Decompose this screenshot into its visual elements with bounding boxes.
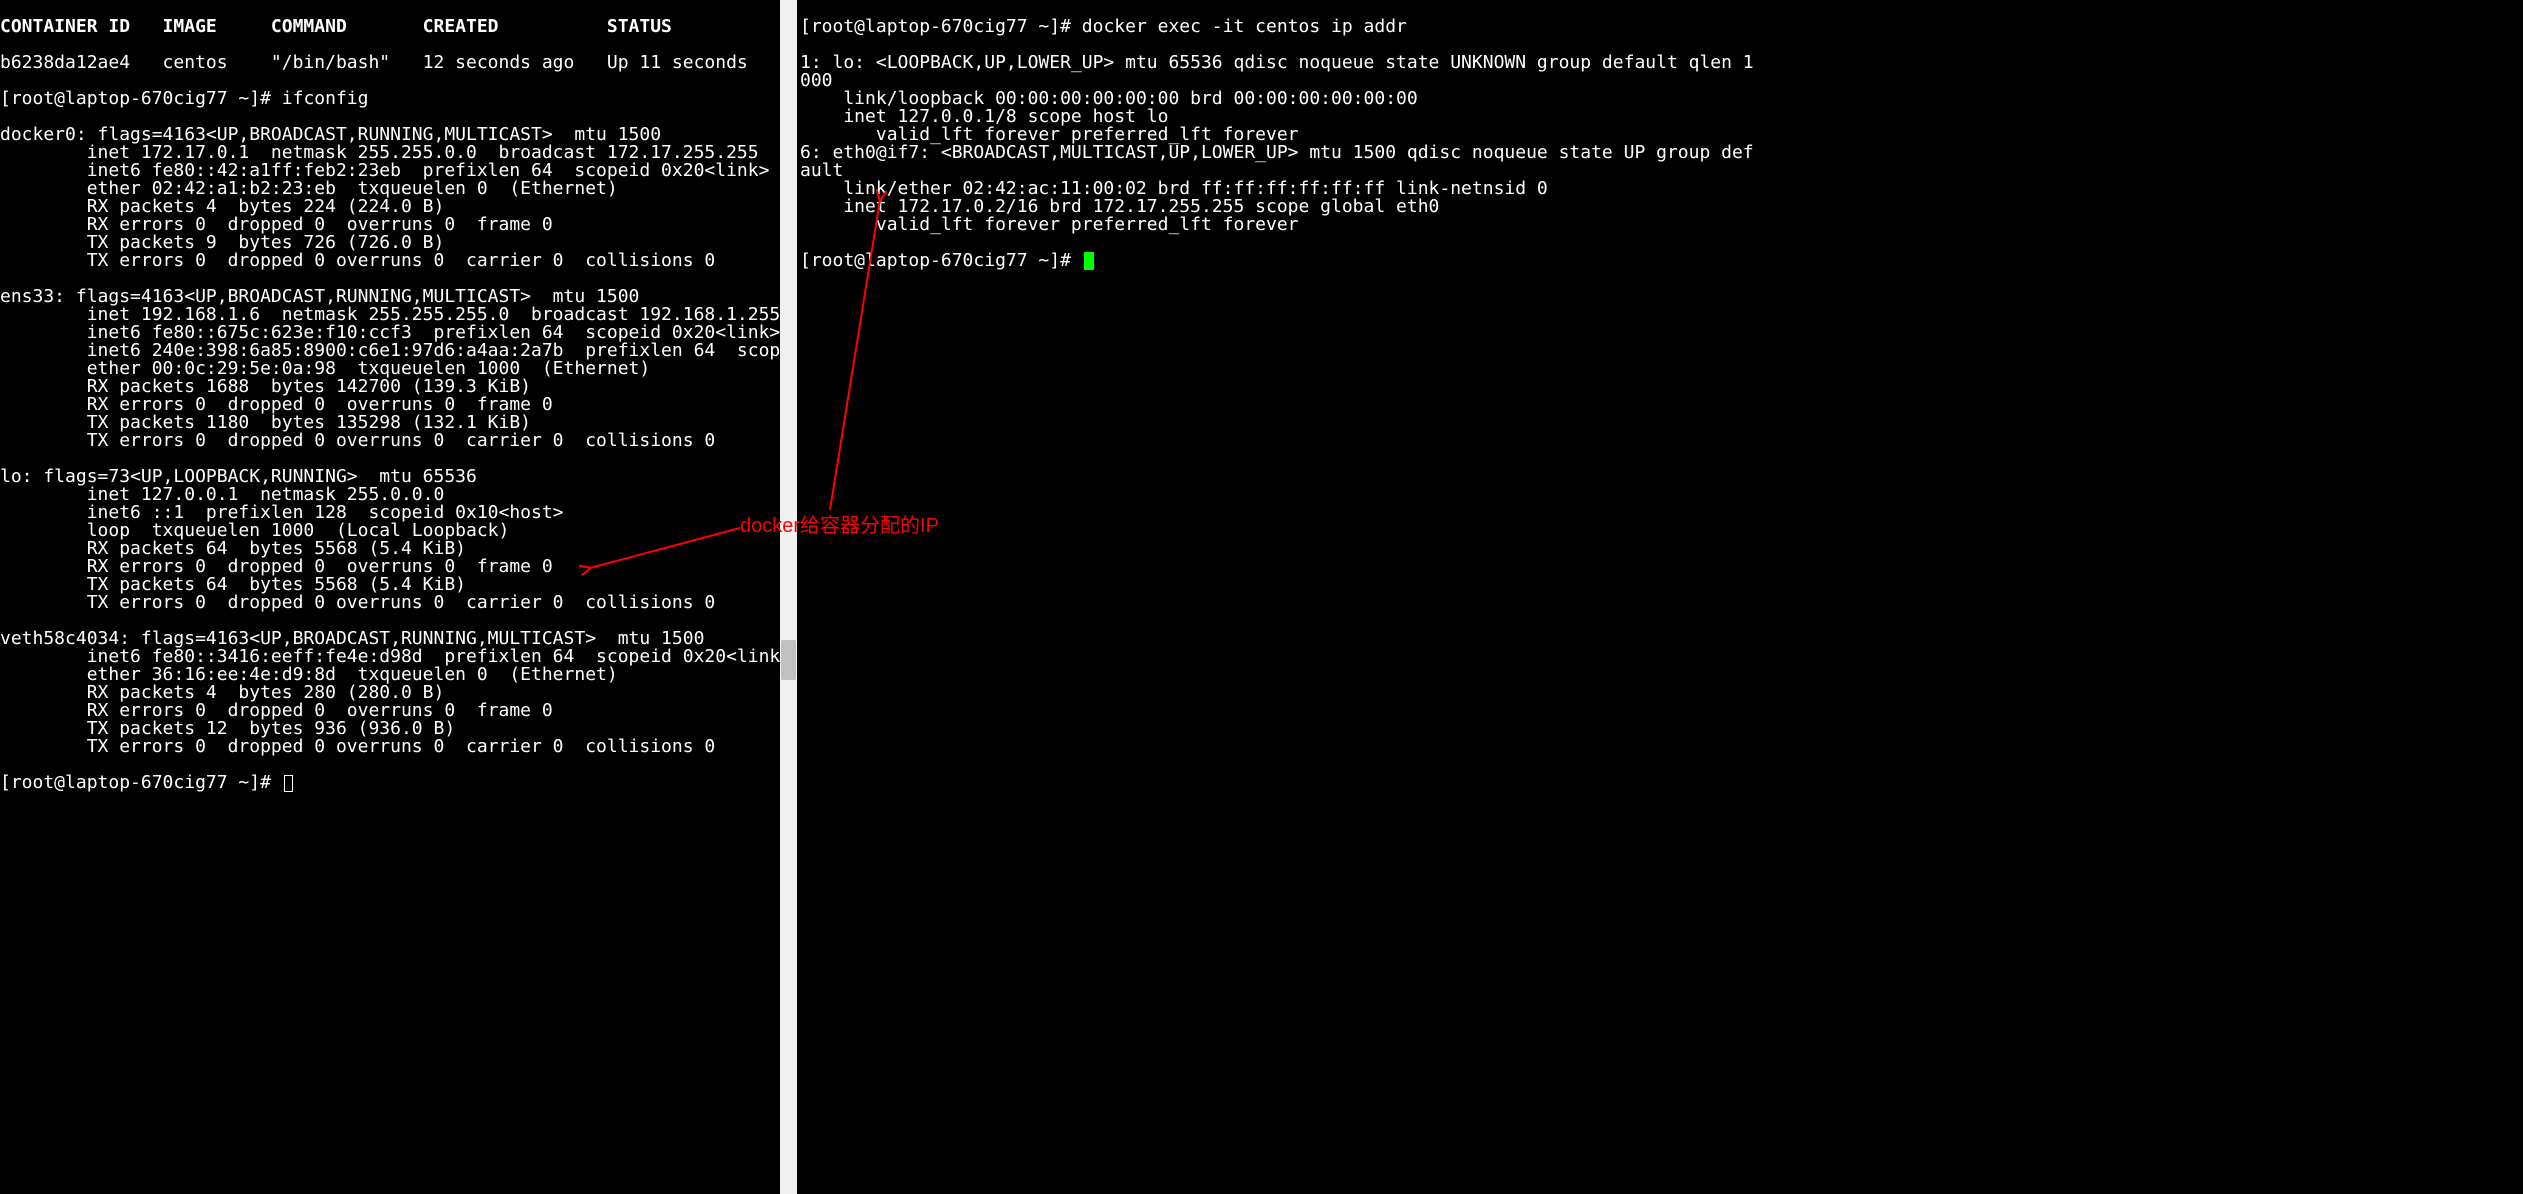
scrollbar-track[interactable] [780,0,797,1194]
command-ifconfig: ifconfig [282,88,369,109]
ip-addr-output: 1: lo: <LOOPBACK,UP,LOWER_UP> mtu 65536 … [800,54,2523,234]
cursor-icon [1084,252,1094,270]
docker-ps-header: CONTAINER ID IMAGE COMMAND CREATED STATU… [0,18,780,36]
cursor-icon [284,775,293,792]
left-terminal[interactable]: CONTAINER ID IMAGE COMMAND CREATED STATU… [0,0,780,1194]
prompt-line-2[interactable]: [root@laptop-670cig77 ~]# [0,774,780,792]
shell-prompt: [root@laptop-670cig77 ~]# [0,88,282,109]
prompt-line-2[interactable]: [root@laptop-670cig77 ~]# [800,252,2523,270]
shell-prompt: [root@laptop-670cig77 ~]# [0,772,282,793]
right-terminal[interactable]: [root@laptop-670cig77 ~]# docker exec -i… [800,0,2523,1194]
ifconfig-output: docker0: flags=4163<UP,BROADCAST,RUNNING… [0,126,780,756]
scrollbar-thumb[interactable] [781,640,796,680]
shell-prompt: [root@laptop-670cig77 ~]# [800,250,1082,271]
docker-ps-row: b6238da12ae4 centos "/bin/bash" 12 secon… [0,54,780,72]
prompt-line-1: [root@laptop-670cig77 ~]# docker exec -i… [800,18,2523,36]
annotation-label: docker给容器分配的IP [740,516,939,536]
left-scrollbar[interactable] [780,0,797,1194]
command-docker-exec: docker exec -it centos ip addr [1082,16,1407,37]
prompt-line-1: [root@laptop-670cig77 ~]# ifconfig [0,90,780,108]
shell-prompt: [root@laptop-670cig77 ~]# [800,16,1082,37]
